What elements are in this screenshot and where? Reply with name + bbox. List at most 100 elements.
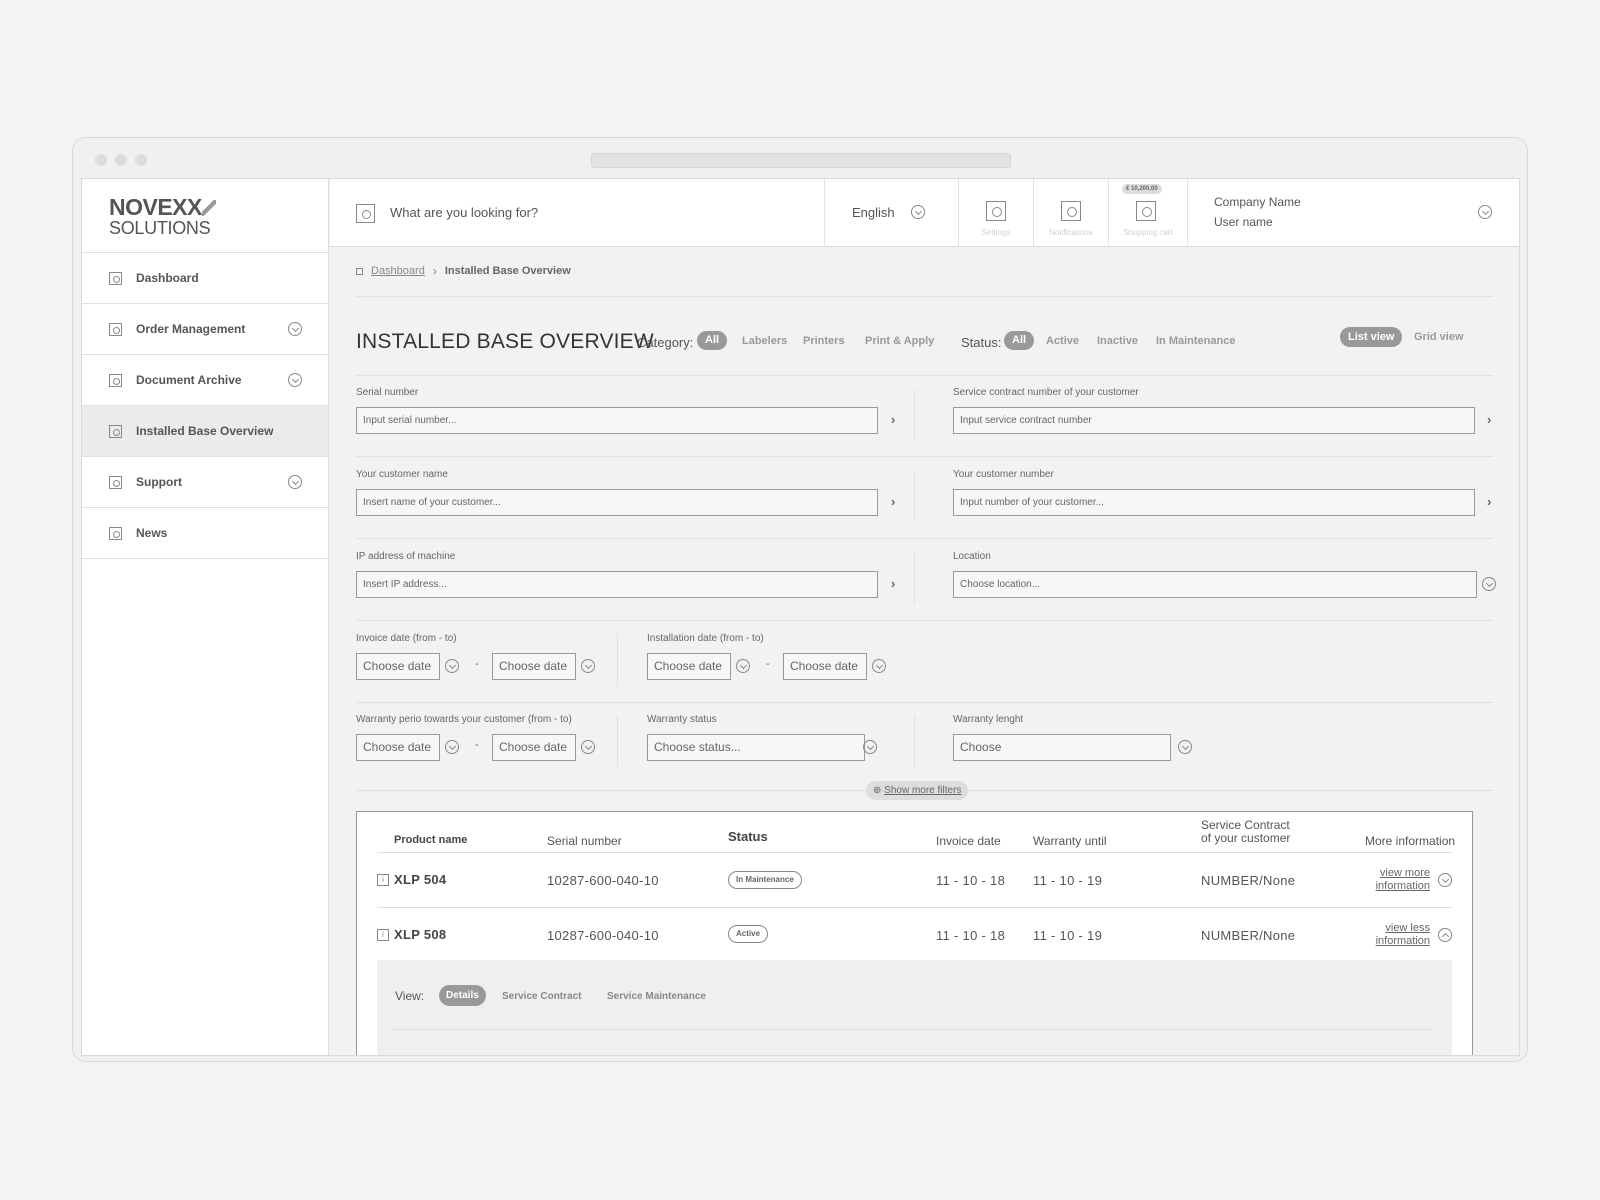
minimize-dot[interactable] [115, 154, 127, 166]
tab-service-maintenance[interactable]: Service Maintenance [607, 991, 706, 1002]
chevron-up-icon[interactable] [1438, 928, 1452, 942]
show-more-filters-button[interactable]: ⊕ Show more filters [866, 781, 969, 800]
category-all-pill[interactable]: All [697, 331, 728, 350]
chevron-down-icon[interactable] [445, 659, 459, 673]
column-header-status[interactable]: Status [728, 829, 768, 844]
invoice-date-to[interactable]: Choose date [492, 653, 576, 680]
user-menu[interactable]: Company Name User name [1187, 179, 1519, 247]
warranty-period-from[interactable]: Choose date [356, 734, 440, 761]
ip-address-input[interactable]: Insert IP address... [356, 571, 878, 598]
status-in-maintenance[interactable]: In Maintenance [1156, 335, 1235, 347]
notifications-button[interactable]: Notifications [1033, 179, 1108, 247]
document-archive-icon [109, 373, 122, 387]
search-bar[interactable]: What are you looking for? [330, 179, 824, 247]
warranty-period-label: Warranty perio towards your customer (fr… [356, 714, 572, 725]
maximize-dot[interactable] [135, 154, 147, 166]
location-select[interactable]: Choose location... [953, 571, 1477, 598]
shopping-cart-button[interactable]: € 10,200,00 Shopping cart [1108, 179, 1187, 247]
settings-icon [986, 201, 1006, 221]
arrow-right-icon[interactable]: › [891, 412, 895, 427]
sidebar: NOVEXX SOLUTIONS Dashboard Order Managem… [82, 179, 329, 1055]
arrow-right-icon[interactable]: › [1487, 412, 1491, 427]
installation-date-label: Installation date (from - to) [647, 633, 764, 644]
column-header-invoice-date[interactable]: Invoice date [936, 834, 1001, 848]
tab-details[interactable]: Details [439, 985, 486, 1006]
info-icon[interactable]: i [377, 874, 389, 886]
divider [356, 375, 1493, 376]
breadcrumb-dashboard-link[interactable]: Dashboard [371, 265, 425, 277]
close-dot[interactable] [95, 154, 107, 166]
divider [914, 715, 915, 767]
company-name: Company Name [1214, 195, 1301, 209]
chevron-down-icon[interactable] [872, 659, 886, 673]
chevron-down-icon[interactable] [736, 659, 750, 673]
chevron-down-icon[interactable] [288, 373, 302, 387]
tab-service-contract[interactable]: Service Contract [502, 991, 581, 1002]
sidebar-item-installed-base-overview[interactable]: Installed Base Overview [82, 406, 328, 457]
info-icon[interactable]: i [377, 929, 389, 941]
logo[interactable]: NOVEXX SOLUTIONS [82, 179, 328, 253]
category-print-apply[interactable]: Print & Apply [865, 335, 934, 347]
arrow-right-icon[interactable]: › [891, 576, 895, 591]
row-detail-panel: View: Details Service Contract Service M… [377, 960, 1452, 1055]
shopping-cart-icon [1136, 201, 1156, 221]
column-header-serial[interactable]: Serial number [547, 834, 622, 848]
product-name: XLP 504 [394, 872, 447, 887]
view-more-link[interactable]: view more information [1360, 867, 1430, 893]
chevron-down-icon[interactable] [1482, 577, 1496, 591]
app: NOVEXX SOLUTIONS Dashboard Order Managem… [81, 178, 1520, 1056]
language-select[interactable]: English [824, 179, 958, 247]
service-contract-label: Service contract number of your customer [953, 387, 1139, 398]
column-header-service-contract[interactable]: Service Contract of your customer [1201, 819, 1290, 845]
chevron-down-icon[interactable] [863, 740, 877, 754]
sidebar-item-document-archive[interactable]: Document Archive [82, 355, 328, 406]
chevron-down-icon[interactable] [581, 740, 595, 754]
installation-date-from[interactable]: Choose date [647, 653, 731, 680]
service-contract-input[interactable]: Input service contract number [953, 407, 1475, 434]
chevron-down-icon[interactable] [1178, 740, 1192, 754]
category-printers[interactable]: Printers [803, 335, 845, 347]
status-active[interactable]: Active [1046, 335, 1079, 347]
chevron-down-icon[interactable] [1438, 873, 1452, 887]
installation-date-to[interactable]: Choose date [783, 653, 867, 680]
range-separator: - [766, 658, 770, 670]
chevron-down-icon[interactable] [288, 475, 302, 489]
chevron-down-icon[interactable] [445, 740, 459, 754]
chevron-down-icon[interactable] [288, 322, 302, 336]
shopping-cart-caption: Shopping cart [1123, 228, 1173, 237]
sidebar-item-support[interactable]: Support [82, 457, 328, 508]
home-icon [356, 267, 363, 275]
serial-number-input[interactable]: Input serial number... [356, 407, 878, 434]
chevron-down-icon [1478, 205, 1492, 219]
status-all-pill[interactable]: All [1004, 331, 1035, 350]
search-input[interactable]: What are you looking for? [390, 205, 538, 220]
topbar: What are you looking for? English Settin… [330, 179, 1519, 247]
status-inactive[interactable]: Inactive [1097, 335, 1138, 347]
warranty-length-select[interactable]: Choose [953, 734, 1171, 761]
sidebar-item-news[interactable]: News [82, 508, 328, 559]
divider [377, 907, 1452, 908]
view-less-link[interactable]: view less information [1360, 922, 1430, 948]
customer-name-label: Your customer name [356, 469, 448, 480]
logo-main-text: NOVEXX [109, 194, 202, 220]
sidebar-item-order-management[interactable]: Order Management [82, 304, 328, 355]
settings-button[interactable]: Settings [958, 179, 1033, 247]
chevron-down-icon[interactable] [581, 659, 595, 673]
customer-number-input[interactable]: Input number of your customer... [953, 489, 1475, 516]
arrow-right-icon[interactable]: › [1487, 494, 1491, 509]
address-bar[interactable] [591, 153, 1011, 168]
warranty-status-select[interactable]: Choose status... [647, 734, 865, 761]
column-header-warranty[interactable]: Warranty until [1033, 834, 1107, 848]
warranty-status-label: Warranty status [647, 714, 717, 725]
category-labelers[interactable]: Labelers [742, 335, 787, 347]
warranty-period-to[interactable]: Choose date [492, 734, 576, 761]
grid-view-button[interactable]: Grid view [1414, 331, 1464, 343]
sidebar-item-dashboard[interactable]: Dashboard [82, 253, 328, 304]
column-header-product[interactable]: Product name [394, 834, 467, 846]
list-view-button[interactable]: List view [1340, 327, 1403, 347]
customer-name-input[interactable]: Insert name of your customer... [356, 489, 878, 516]
arrow-right-icon[interactable]: › [891, 494, 895, 509]
invoice-date-label: Invoice date (from - to) [356, 633, 457, 644]
invoice-date-from[interactable]: Choose date [356, 653, 440, 680]
link-line-2: information [1375, 880, 1430, 892]
